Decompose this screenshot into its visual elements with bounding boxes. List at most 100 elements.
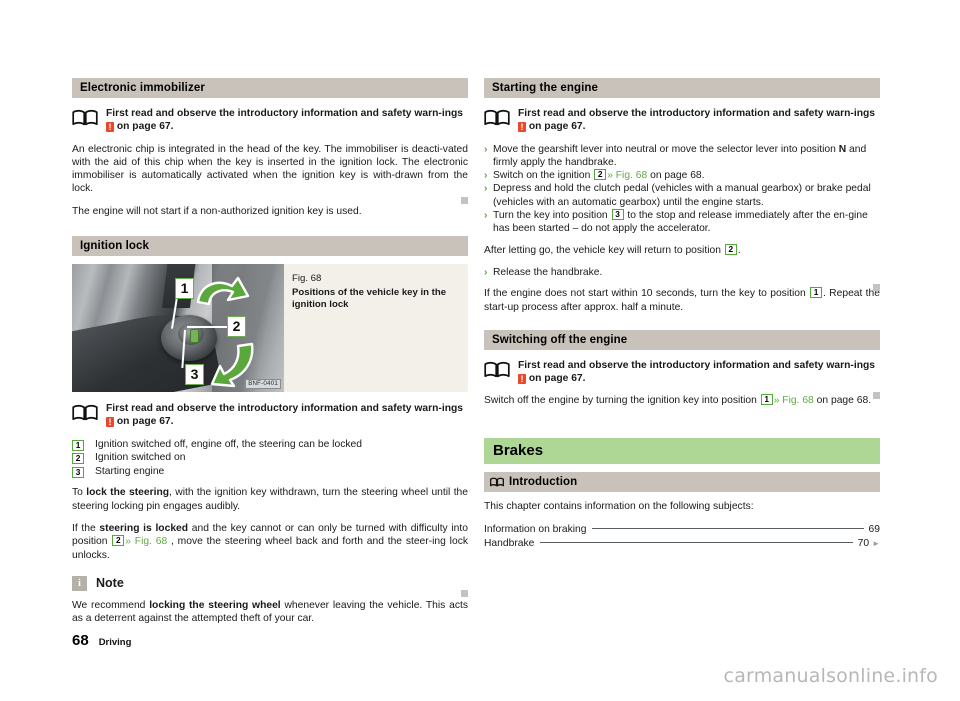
section-heading-starting-the-engine: Starting the engine [484, 78, 880, 98]
section-heading-ignition-lock: Ignition lock [72, 236, 468, 257]
ref-text-after-1: on page 67. [114, 121, 174, 133]
paragraph-lock-steering: To lock the steering, with the ignition … [72, 486, 468, 513]
note-header: i Note [72, 575, 468, 591]
site-watermark: carmanualsonline.info [723, 665, 938, 687]
legend-label: Ignition switched off, engine off, the s… [95, 438, 362, 450]
continuation-arrow-icon: ► [872, 539, 880, 549]
paragraph-immobilizer-2: The engine will not start if a non-autho… [72, 205, 362, 217]
right-column: Starting the engine First read and obser… [484, 78, 880, 551]
lock-text-1: To [72, 487, 87, 499]
ignition-position-legend: 1 Ignition switched off, engine off, the… [72, 438, 468, 479]
step-item: › Depress and hold the clutch pedal (veh… [484, 182, 880, 209]
callout-box-3: 3 [185, 364, 204, 386]
safety-reference-block-1: First read and observe the introductory … [72, 106, 468, 134]
position-chip-inline: 2 [594, 169, 607, 181]
switchoff-pre: Switch off the engine by turning the ign… [484, 395, 760, 407]
ref-text-after-4: on page 67. [526, 373, 586, 385]
figure-crossref-link[interactable]: » Fig. 68 [774, 395, 814, 406]
position-chip-inline: 1 [810, 287, 823, 299]
paragraph-note: We recommend locking the steering wheel … [72, 599, 468, 626]
figure-crossref-link[interactable]: » Fig. 68 [125, 536, 167, 547]
safety-reference-text-1: First read and observe the introductory … [106, 106, 468, 134]
switchoff-post: on page 68. [813, 395, 872, 407]
step-pre: Turn the key into position [493, 210, 611, 222]
margin-mark [461, 197, 468, 204]
book-icon [72, 106, 106, 131]
chapter-heading-brakes: Brakes [484, 437, 880, 464]
toc-leader-line [540, 542, 853, 544]
safety-reference-block-4: First read and observe the introductory … [484, 358, 880, 386]
legend-item: 3 Starting engine [72, 465, 468, 479]
step-pre: Switch on the ignition [493, 170, 594, 182]
safety-reference-text-4: First read and observe the introductory … [518, 358, 880, 386]
ref-text-before-1: First read and observe the introductory … [106, 108, 464, 119]
paragraph-immobilizer-1: An electronic chip is integrated in the … [72, 143, 468, 195]
warning-icon: ! [106, 122, 114, 133]
legend-item: 2 Ignition switched on [72, 451, 468, 465]
page-footer: 68 Driving [72, 632, 131, 649]
chevron-right-icon: › [484, 182, 488, 195]
toc-page-number: 70 [857, 538, 870, 550]
figure-number: Fig. 68 [292, 273, 322, 285]
step-text: Move the gearshift lever into neutral or… [493, 143, 880, 170]
footer-chapter-label: Driving [98, 637, 132, 648]
toc-label: Handbrake [484, 538, 535, 550]
alg-pre: After letting go, the vehicle key will r… [484, 244, 724, 256]
figure-ignition-lock: 1 2 3 BNF-0401 Fig. 68 Positions of the … [72, 264, 468, 393]
leader-line-2 [187, 326, 229, 328]
note-bold-1: locking the steering wheel [149, 599, 281, 611]
step-item: › Move the gearshift lever into neutral … [484, 143, 880, 170]
position-chip-3: 3 [72, 466, 84, 478]
step-pre: Move the gearshift lever into neutral or… [493, 143, 839, 155]
toc-row[interactable]: Handbrake 70 ► [484, 537, 880, 551]
paragraph-steering-locked: If the steering is locked and the key ca… [72, 522, 468, 562]
position-chip-inline: 2 [724, 243, 737, 255]
release-handbrake-step: › Release the handbrake. [484, 266, 880, 279]
safety-reference-text-3: First read and observe the introductory … [518, 106, 880, 134]
paragraph-intro: This chapter contains information on the… [484, 500, 754, 512]
safety-reference-block-3: First read and observe the introductory … [484, 106, 880, 134]
legend-label: Ignition switched on [95, 452, 186, 464]
legend-item: 1 Ignition switched off, engine off, the… [72, 438, 468, 452]
step-item: › Turn the key into position 3 to the st… [484, 209, 880, 236]
book-icon [72, 401, 106, 426]
callout-box-2: 2 [227, 316, 246, 338]
step-item: › Switch on the ignition 2» Fig. 68 on p… [484, 169, 880, 182]
toc-leader-line [592, 528, 864, 530]
book-icon [484, 106, 518, 131]
callout-box-1: 1 [175, 278, 194, 300]
figure-title: Positions of the vehicle key in the igni… [292, 286, 447, 311]
locked-text-1: If the [72, 523, 100, 535]
step-post: on page 68. [647, 170, 705, 182]
position-chip-inline: 1 [760, 394, 773, 406]
figure-photo-ignition-lock: 1 2 3 BNF-0401 [72, 264, 284, 393]
figure-crossref-link[interactable]: » Fig. 68 [607, 170, 647, 181]
introduction-label: Introduction [509, 475, 578, 488]
toc-row[interactable]: Information on braking 69 [484, 523, 880, 537]
manual-page: Electronic immobilizer First read and ob… [0, 0, 960, 701]
note-title: Note [96, 576, 124, 591]
chapter-contents-list: Information on braking 69 Handbrake 70 ► [484, 523, 880, 551]
starting-engine-steps: › Move the gearshift lever into neutral … [484, 143, 880, 236]
position-chip-2: 2 [72, 453, 84, 465]
step-text: Switch on the ignition 2» Fig. 68 on pag… [493, 169, 880, 182]
position-chip-inline: 2 [112, 535, 125, 547]
ref-text-after-3: on page 67. [526, 121, 586, 133]
paragraph-after-letting-go: After letting go, the vehicle key will r… [484, 243, 880, 257]
chevron-right-icon: › [484, 142, 488, 155]
warning-icon: ! [518, 122, 526, 133]
figure-code-label: BNF-0401 [245, 379, 281, 390]
toc-label: Information on braking [484, 524, 587, 536]
margin-mark [461, 590, 468, 597]
page-number: 68 [72, 632, 89, 649]
lock-bold-1: lock the steering [86, 487, 170, 499]
note-text-1: We recommend [72, 599, 150, 611]
safety-reference-text-2: First read and observe the introductory … [106, 401, 468, 429]
ref-text-before-4: First read and observe the introductory … [518, 359, 876, 371]
book-icon [484, 358, 518, 383]
section-heading-introduction: Introduction [484, 471, 880, 492]
alg-post: . [737, 244, 741, 256]
ref-text-after-2: on page 67. [114, 416, 174, 428]
margin-mark [873, 392, 880, 399]
figure-caption: Fig. 68 Positions of the vehicle key in … [284, 264, 468, 392]
